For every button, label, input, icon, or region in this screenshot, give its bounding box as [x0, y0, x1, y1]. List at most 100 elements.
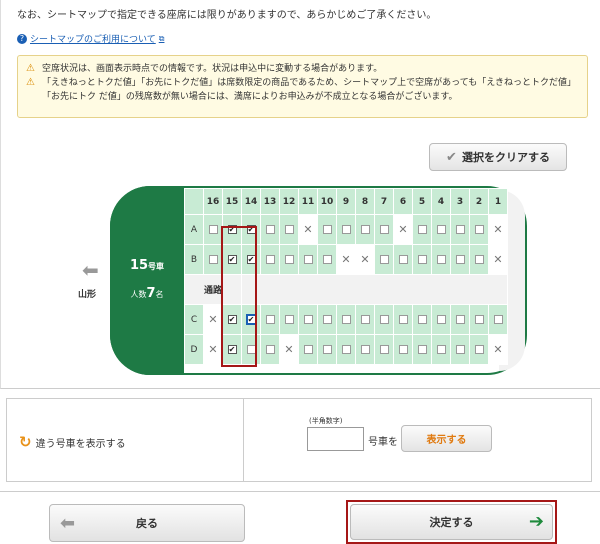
seat-available[interactable]: [469, 244, 489, 275]
seat-selected[interactable]: ✔: [222, 304, 242, 335]
seat-checkbox[interactable]: [436, 224, 446, 234]
seat-checkbox[interactable]: [341, 344, 351, 354]
seat-available[interactable]: [431, 334, 451, 365]
seat-available[interactable]: [431, 244, 451, 275]
seat-available[interactable]: [317, 304, 337, 335]
seat-available[interactable]: [374, 334, 394, 365]
seat-checkbox[interactable]: [360, 224, 370, 234]
seat-available[interactable]: [469, 304, 489, 335]
seat-selected[interactable]: ✔: [241, 304, 261, 335]
seat-available[interactable]: [317, 244, 337, 275]
seat-available[interactable]: [431, 214, 451, 245]
seat-checkbox[interactable]: [417, 344, 427, 354]
seat-checkbox[interactable]: [284, 314, 294, 324]
seat-available[interactable]: [374, 244, 394, 275]
seat-checkbox[interactable]: ✔: [246, 254, 256, 264]
seat-checkbox[interactable]: [436, 314, 446, 324]
seat-available[interactable]: [317, 334, 337, 365]
seat-checkbox[interactable]: [341, 224, 351, 234]
seat-checkbox[interactable]: [246, 344, 256, 354]
seat-available[interactable]: [355, 304, 375, 335]
seat-available[interactable]: [336, 304, 356, 335]
seat-checkbox[interactable]: [474, 344, 484, 354]
seat-selected[interactable]: ✔: [222, 214, 242, 245]
seat-available[interactable]: [336, 334, 356, 365]
seat-available[interactable]: [203, 244, 223, 275]
seat-selected[interactable]: ✔: [222, 244, 242, 275]
seat-available[interactable]: [298, 304, 318, 335]
seat-available[interactable]: [488, 304, 508, 335]
seat-checkbox[interactable]: [417, 314, 427, 324]
seat-available[interactable]: [241, 334, 261, 365]
seat-checkbox[interactable]: [398, 314, 408, 324]
seat-checkbox[interactable]: [341, 314, 351, 324]
seat-available[interactable]: [260, 304, 280, 335]
seat-checkbox[interactable]: [208, 254, 218, 264]
seat-checkbox[interactable]: [265, 254, 275, 264]
seat-checkbox[interactable]: ✔: [227, 224, 237, 234]
seat-checkbox[interactable]: [360, 314, 370, 324]
seat-checkbox[interactable]: [474, 224, 484, 234]
seat-checkbox[interactable]: [265, 344, 275, 354]
seat-available[interactable]: [469, 334, 489, 365]
seat-checkbox[interactable]: [322, 344, 332, 354]
seat-checkbox[interactable]: [284, 224, 294, 234]
seat-available[interactable]: [412, 214, 432, 245]
seat-checkbox[interactable]: [322, 254, 332, 264]
car-number-input[interactable]: [307, 427, 364, 451]
seat-checkbox[interactable]: [265, 314, 275, 324]
seat-available[interactable]: [374, 304, 394, 335]
back-button[interactable]: ⬅ 戻る: [49, 504, 245, 542]
seat-available[interactable]: [279, 214, 299, 245]
seat-available[interactable]: [336, 214, 356, 245]
seat-checkbox[interactable]: ✔: [227, 344, 237, 354]
seat-available[interactable]: [412, 244, 432, 275]
seat-checkbox[interactable]: [436, 254, 446, 264]
seat-available[interactable]: [393, 334, 413, 365]
seat-checkbox[interactable]: [379, 344, 389, 354]
seat-available[interactable]: [279, 244, 299, 275]
seat-checkbox[interactable]: [398, 344, 408, 354]
clear-selection-button[interactable]: ✔ 選択をクリアする: [429, 143, 567, 171]
seat-available[interactable]: [450, 214, 470, 245]
seat-available[interactable]: [450, 304, 470, 335]
seat-checkbox[interactable]: [455, 224, 465, 234]
seat-checkbox[interactable]: [398, 254, 408, 264]
seatmap-usage-link[interactable]: ? シートマップのご利用について ⧉: [17, 32, 164, 45]
seat-checkbox[interactable]: ✔: [245, 314, 257, 325]
seat-checkbox[interactable]: [265, 224, 275, 234]
seat-available[interactable]: [317, 214, 337, 245]
seat-checkbox[interactable]: [455, 344, 465, 354]
seat-checkbox[interactable]: [455, 254, 465, 264]
seat-available[interactable]: [203, 214, 223, 245]
seat-checkbox[interactable]: [436, 344, 446, 354]
seat-checkbox[interactable]: [379, 254, 389, 264]
seat-available[interactable]: [431, 304, 451, 335]
seat-available[interactable]: [450, 334, 470, 365]
seat-checkbox[interactable]: [455, 314, 465, 324]
seat-checkbox[interactable]: [322, 314, 332, 324]
seat-checkbox[interactable]: [417, 224, 427, 234]
show-car-button[interactable]: 表示する: [401, 425, 492, 452]
seat-checkbox[interactable]: ✔: [227, 254, 237, 264]
seat-available[interactable]: [393, 244, 413, 275]
seat-available[interactable]: [355, 214, 375, 245]
seat-available[interactable]: [450, 244, 470, 275]
seat-checkbox[interactable]: [474, 314, 484, 324]
seat-selected[interactable]: ✔: [241, 214, 261, 245]
seat-available[interactable]: [279, 304, 299, 335]
seat-available[interactable]: [298, 334, 318, 365]
seat-available[interactable]: [355, 334, 375, 365]
seat-checkbox[interactable]: [379, 224, 389, 234]
seat-selected[interactable]: ✔: [241, 244, 261, 275]
seat-checkbox[interactable]: [303, 254, 313, 264]
seat-available[interactable]: [298, 244, 318, 275]
seat-checkbox[interactable]: [379, 314, 389, 324]
seat-checkbox[interactable]: [208, 224, 218, 234]
seat-checkbox[interactable]: [303, 344, 313, 354]
previous-car-arrow-icon[interactable]: ⬅: [82, 258, 99, 282]
seat-checkbox[interactable]: [284, 254, 294, 264]
seat-available[interactable]: [260, 244, 280, 275]
seat-checkbox[interactable]: [417, 254, 427, 264]
seat-available[interactable]: [412, 304, 432, 335]
